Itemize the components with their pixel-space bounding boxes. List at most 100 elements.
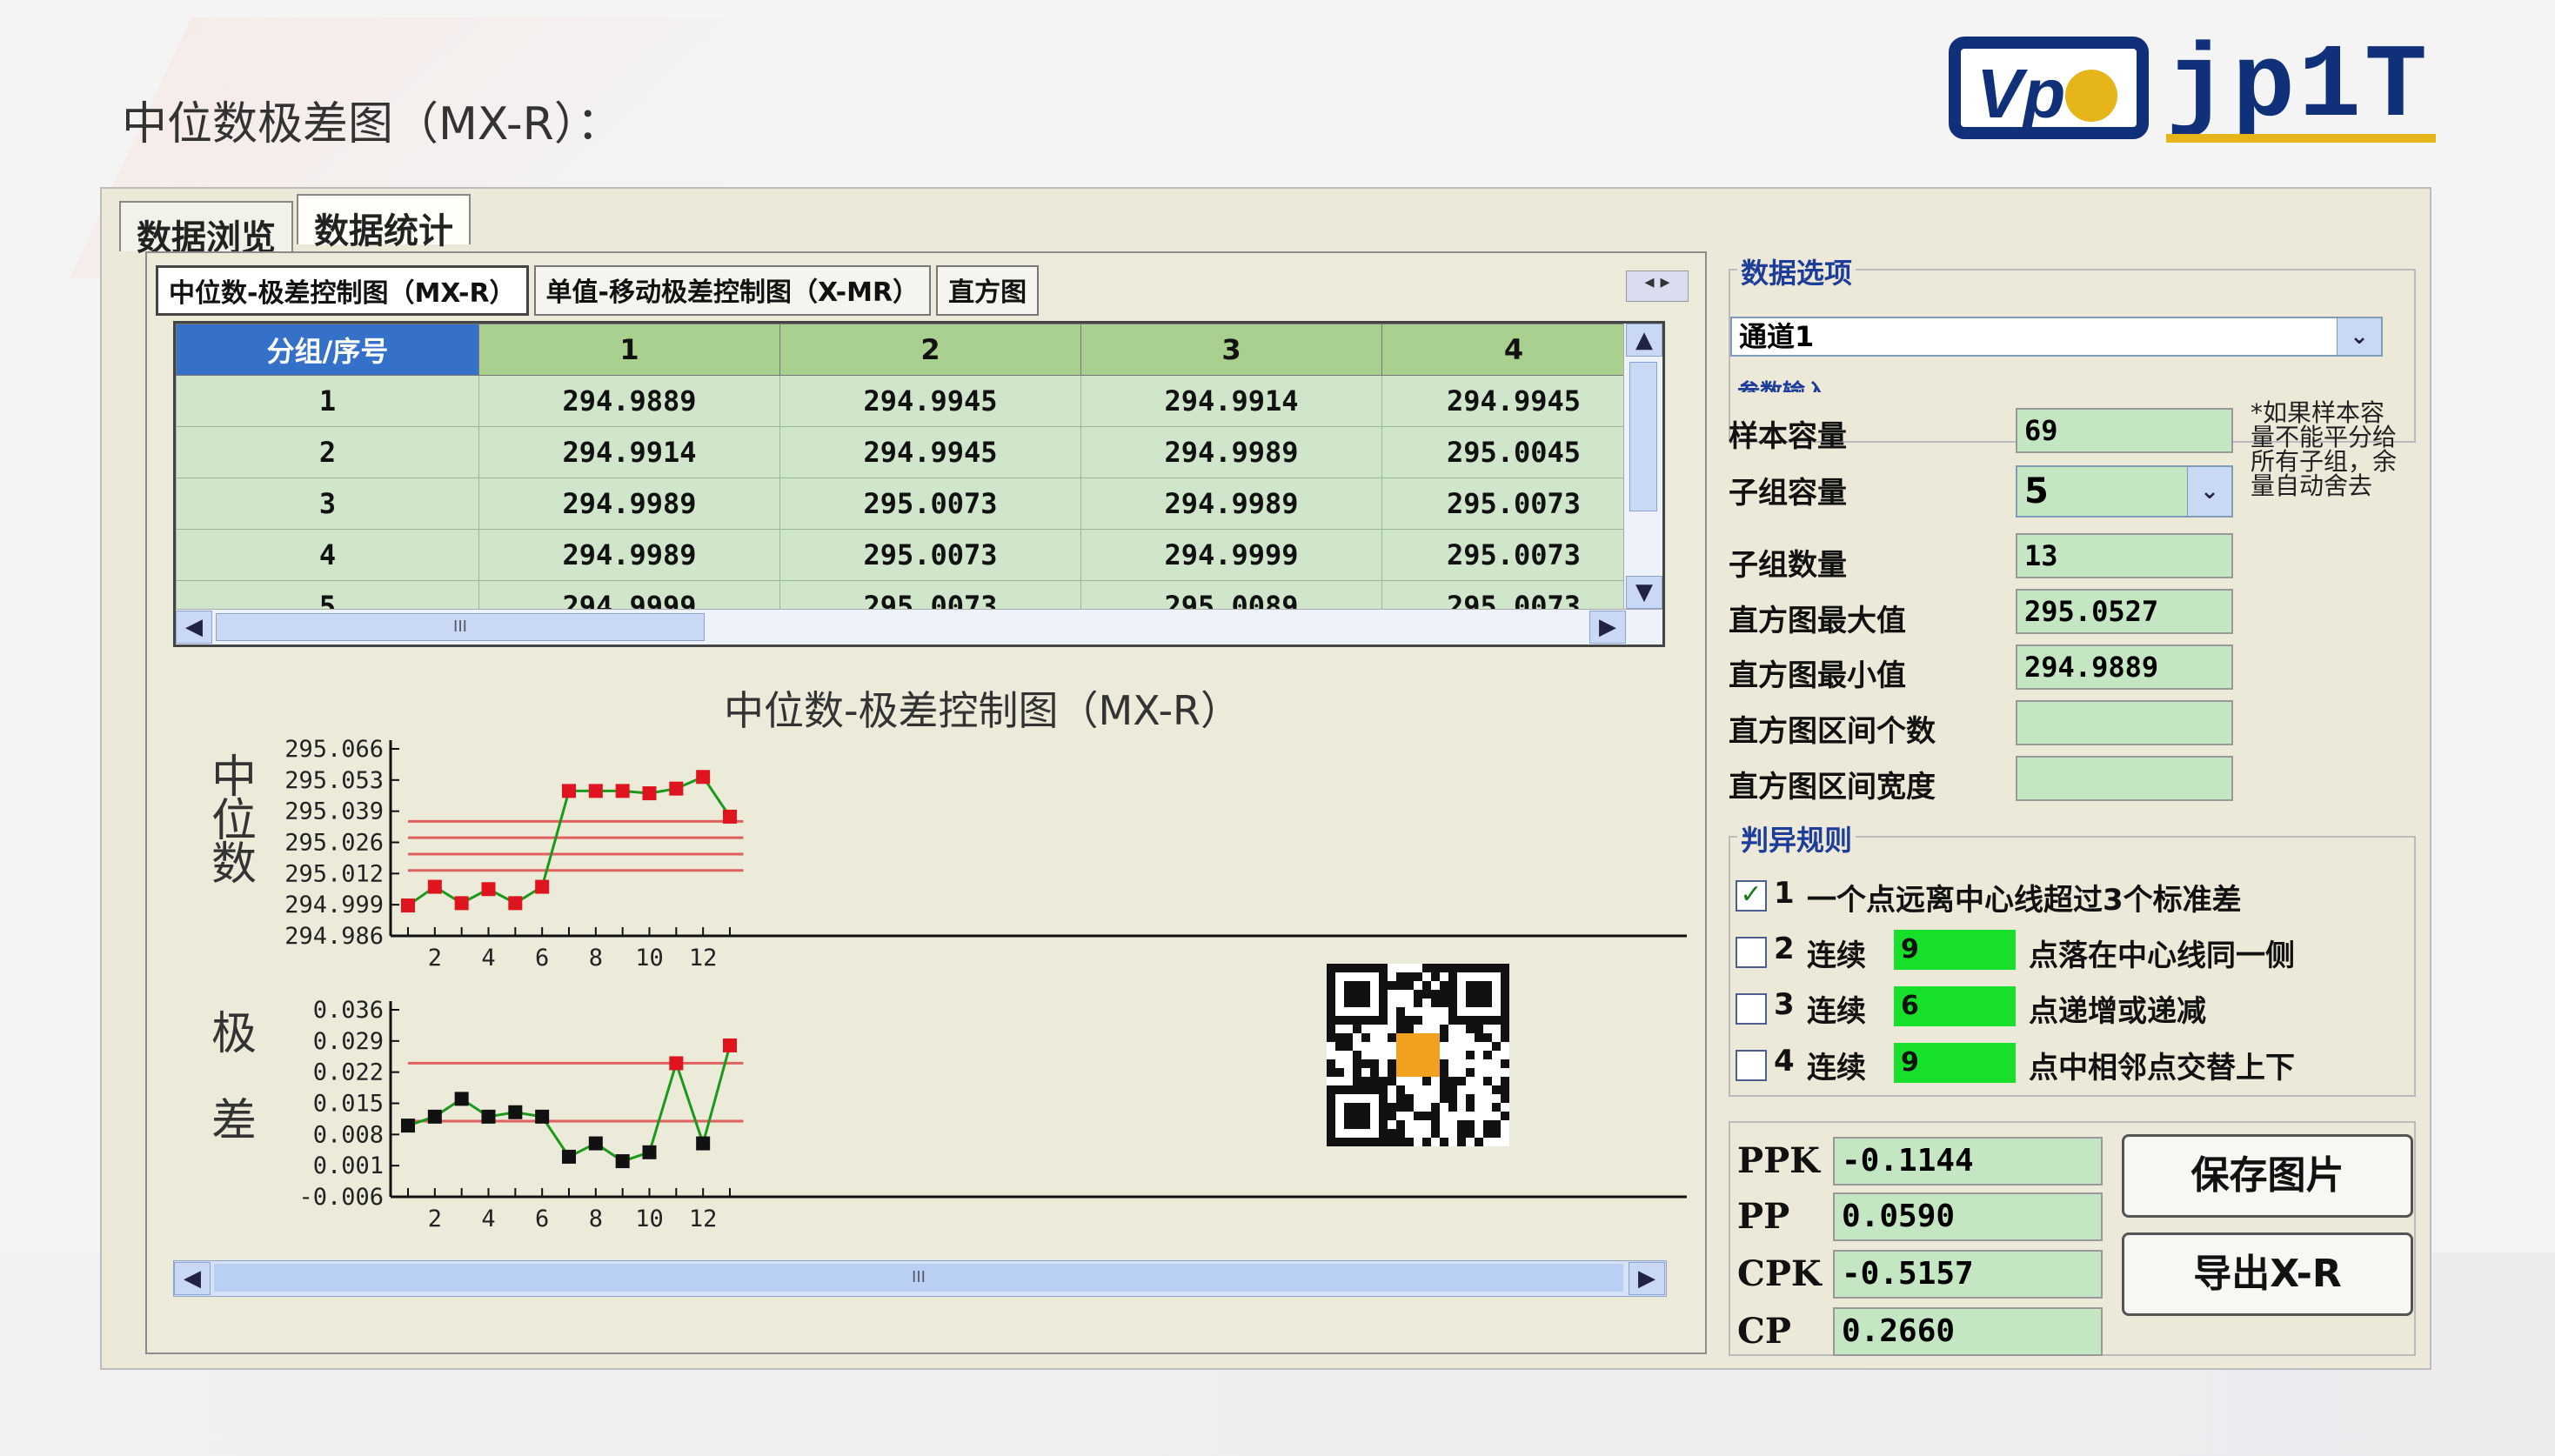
tab-data-stats[interactable]: 数据统计 <box>297 194 471 251</box>
qr-module <box>1405 1025 1414 1033</box>
data-point <box>588 784 603 798</box>
subgroup-count-field[interactable]: 13 <box>2016 533 2233 578</box>
rule3-num: 3 <box>1774 987 1795 1022</box>
header-col[interactable]: 4 <box>1381 324 1646 376</box>
qr-module <box>1335 1033 1344 1042</box>
qr-module <box>1501 1059 1509 1068</box>
scroll-up-icon[interactable]: ▲ <box>1626 324 1662 357</box>
rule4-checkbox[interactable] <box>1736 1050 1767 1081</box>
y-tick-label: 0.022 <box>313 1059 384 1086</box>
rule3-checkbox[interactable] <box>1736 993 1767 1025</box>
y-tick-label: 295.039 <box>284 798 384 825</box>
table-row[interactable]: 4 294.9989 295.0073 294.9999 295.0073 <box>176 529 1646 581</box>
ppk-label: PPK <box>1737 1140 1820 1181</box>
data-point <box>508 896 523 911</box>
x-tick-label: 10 <box>635 1206 664 1232</box>
scroll-thumb[interactable] <box>1629 362 1657 511</box>
qr-module <box>1475 1025 1483 1033</box>
scroll-right-icon[interactable]: ▶ <box>1629 1262 1665 1295</box>
table-row[interactable]: 1 294.9889 294.9945 294.9914 294.9945 <box>176 375 1646 427</box>
hist-bins-field[interactable] <box>2016 700 2233 745</box>
table-horizontal-scrollbar[interactable]: ◀ III ▶ <box>176 609 1662 645</box>
header-col[interactable]: 1 <box>478 324 780 376</box>
qr-code <box>1327 964 1509 1146</box>
rule2-count-field[interactable]: 9 <box>1894 930 2016 970</box>
y-tick-label: 0.015 <box>313 1091 384 1118</box>
hist-min-field[interactable]: 294.9889 <box>2016 645 2233 690</box>
chevron-down-icon[interactable]: ⌄ <box>2337 318 2381 355</box>
data-point <box>401 898 415 913</box>
cp-field[interactable]: 0.2660 <box>1833 1307 2103 1356</box>
qr-module <box>1501 1077 1509 1085</box>
header-col[interactable]: 3 <box>1080 324 1382 376</box>
table-row[interactable]: 3 294.9989 295.0073 294.9989 295.0073 <box>176 478 1646 530</box>
scroll-right-icon[interactable]: ▶ <box>1589 611 1626 644</box>
qr-module <box>1405 981 1414 990</box>
qr-module <box>1431 1129 1440 1138</box>
table-vertical-scrollbar[interactable]: ▲ ▼ <box>1623 324 1662 611</box>
save-image-button[interactable]: 保存图片 <box>2122 1134 2413 1218</box>
hist-width-field[interactable] <box>2016 756 2233 801</box>
qr-module <box>1501 1112 1509 1120</box>
qr-module <box>1466 1103 1475 1112</box>
qr-module <box>1492 1120 1501 1129</box>
app-window: 数据浏览 数据统计 中位数-极差控制图（MX-R） 单值-移动极差控制图（X-M… <box>100 187 2431 1370</box>
rule2-checkbox[interactable] <box>1736 937 1767 968</box>
qr-module <box>1414 972 1422 981</box>
tab-histogram[interactable]: 直方图 <box>936 265 1040 316</box>
tab-data-browse[interactable]: 数据浏览 <box>119 201 293 258</box>
export-xr-button[interactable]: 导出X-R <box>2122 1232 2413 1316</box>
qr-module <box>1440 1059 1448 1068</box>
scroll-thumb[interactable]: III <box>216 613 705 641</box>
data-point <box>696 770 711 785</box>
cell: 294.9989 <box>478 529 780 581</box>
qr-module <box>1353 1025 1361 1033</box>
tab-scroll-arrows[interactable]: ◂ ▸ <box>1626 270 1689 302</box>
qr-finder-core <box>1344 981 1370 1007</box>
data-point <box>723 809 737 824</box>
subgroup-size-select[interactable]: 5 ⌄ <box>2016 465 2233 518</box>
qr-module <box>1388 981 1396 990</box>
qr-module <box>1388 1033 1396 1042</box>
sample-size-field[interactable]: 69 <box>2016 408 2233 453</box>
qr-module <box>1396 1129 1405 1138</box>
company-logo: Vp jp1T <box>1949 36 2445 150</box>
rule4-text: 点中相邻点交替上下 <box>2029 1051 2295 1085</box>
cell: 295.0073 <box>779 529 1081 581</box>
qr-module <box>1440 990 1448 998</box>
qr-module <box>1483 1051 1492 1059</box>
rule3-count-field[interactable]: 6 <box>1894 986 2016 1026</box>
qr-module <box>1440 1033 1448 1042</box>
header-col[interactable]: 2 <box>779 324 1081 376</box>
qr-module <box>1492 1042 1501 1051</box>
scroll-down-icon[interactable]: ▼ <box>1626 576 1662 609</box>
qr-module <box>1388 1077 1396 1085</box>
pp-field[interactable]: 0.0590 <box>1833 1192 2103 1241</box>
qr-module <box>1440 981 1448 990</box>
hist-bins-label: 直方图区间个数 <box>1729 714 1936 749</box>
y-tick-label: -0.006 <box>298 1184 384 1211</box>
tab-x-mr[interactable]: 单值-移动极差控制图（X-MR） <box>533 265 932 316</box>
chart-horizontal-scrollbar[interactable]: ◀ III ▶ <box>173 1260 1667 1297</box>
slide-title: 中位数极差图（MX-R）： <box>122 98 622 150</box>
qr-module <box>1414 1016 1422 1025</box>
table-row[interactable]: 2 294.9914 294.9945 294.9989 295.0045 <box>176 426 1646 478</box>
cpk-field[interactable]: -0.5157 <box>1833 1250 2103 1299</box>
scroll-left-icon[interactable]: ◀ <box>174 1262 211 1295</box>
qr-module <box>1422 990 1431 998</box>
hist-max-field[interactable]: 295.0527 <box>2016 589 2233 634</box>
x-tick-label: 12 <box>689 1206 718 1232</box>
scroll-thumb[interactable]: III <box>214 1264 1623 1292</box>
ppk-field[interactable]: -0.1144 <box>1833 1137 2103 1186</box>
rule4-count-field[interactable]: 9 <box>1894 1043 2016 1083</box>
header-group-seq[interactable]: 分组/序号 <box>176 324 479 376</box>
chevron-down-icon[interactable]: ⌄ <box>2187 467 2231 516</box>
y-tick-label: 294.999 <box>284 892 384 918</box>
tab-mx-r[interactable]: 中位数-极差控制图（MX-R） <box>156 265 529 316</box>
x-tick-label: 2 <box>428 1206 442 1232</box>
scroll-left-icon[interactable]: ◀ <box>176 611 212 644</box>
rule1-checkbox[interactable]: ✓ <box>1736 880 1767 912</box>
cell: 294.9945 <box>779 375 1081 427</box>
channel-select[interactable]: 通道1 ⌄ <box>1730 317 2383 357</box>
data-point <box>615 1154 630 1169</box>
